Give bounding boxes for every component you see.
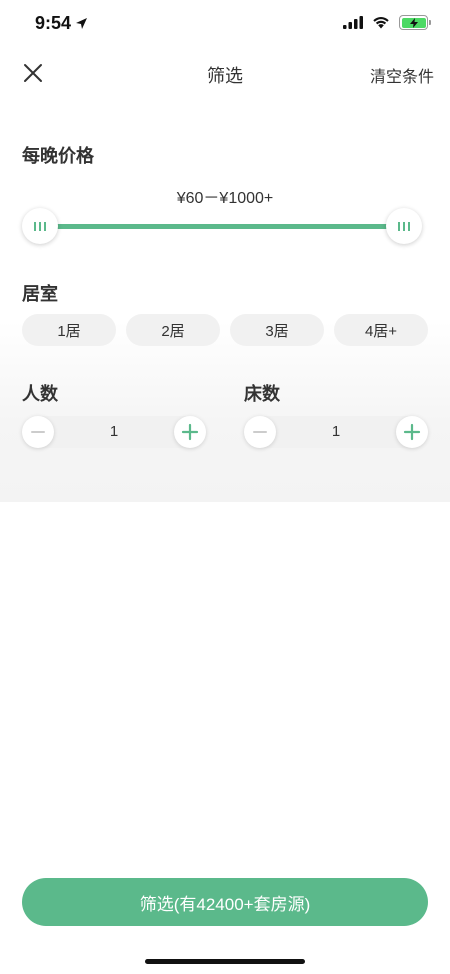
- guests-increment-button[interactable]: [174, 416, 206, 448]
- guests-stepper: 1: [22, 416, 206, 448]
- status-bar: 9:54: [0, 0, 450, 50]
- apply-filter-button[interactable]: 筛选(有42400+套房源): [22, 878, 428, 926]
- home-indicator: [145, 959, 305, 964]
- rooms-section-title: 居室: [22, 284, 58, 304]
- status-indicators: [343, 15, 431, 30]
- room-option-2[interactable]: 2居: [126, 314, 220, 346]
- status-time-label: 9:54: [35, 13, 72, 33]
- nav-bar: 筛选 清空条件: [0, 50, 450, 94]
- beds-section-title: 床数: [244, 384, 280, 404]
- minus-icon: [253, 431, 267, 433]
- battery-icon: [399, 15, 431, 30]
- price-section-title: 每晚价格: [22, 146, 94, 166]
- price-slider-min-handle[interactable]: [22, 208, 58, 244]
- minus-icon: [31, 431, 45, 433]
- price-slider-track[interactable]: [40, 224, 405, 229]
- beds-stepper: 1: [244, 416, 428, 448]
- wifi-icon: [373, 17, 389, 29]
- beds-increment-button[interactable]: [396, 416, 428, 448]
- charging-bolt-icon: [409, 17, 418, 28]
- cellular-signal-icon: [343, 16, 363, 29]
- price-range-label: ¥60－¥1000+: [176, 190, 274, 207]
- room-option-3[interactable]: 3居: [230, 314, 324, 346]
- status-time: 9:54: [35, 13, 88, 34]
- room-option-4-plus[interactable]: 4居+: [334, 314, 428, 346]
- clear-filters-button[interactable]: 清空条件: [370, 63, 434, 87]
- beds-decrement-button[interactable]: [244, 416, 276, 448]
- room-options: 1居 2居 3居 4居+: [22, 314, 428, 346]
- guests-section-title: 人数: [22, 384, 58, 404]
- plus-icon: [181, 423, 199, 441]
- room-option-1[interactable]: 1居: [22, 314, 116, 346]
- price-slider-max-handle[interactable]: [386, 208, 422, 244]
- filter-panel: 每晚价格 ¥60－¥1000+ 居室 1居 2居 3居 4居+ 人数 1 床数 …: [0, 100, 450, 502]
- location-arrow-icon: [76, 18, 88, 29]
- plus-icon: [403, 423, 421, 441]
- guests-decrement-button[interactable]: [22, 416, 54, 448]
